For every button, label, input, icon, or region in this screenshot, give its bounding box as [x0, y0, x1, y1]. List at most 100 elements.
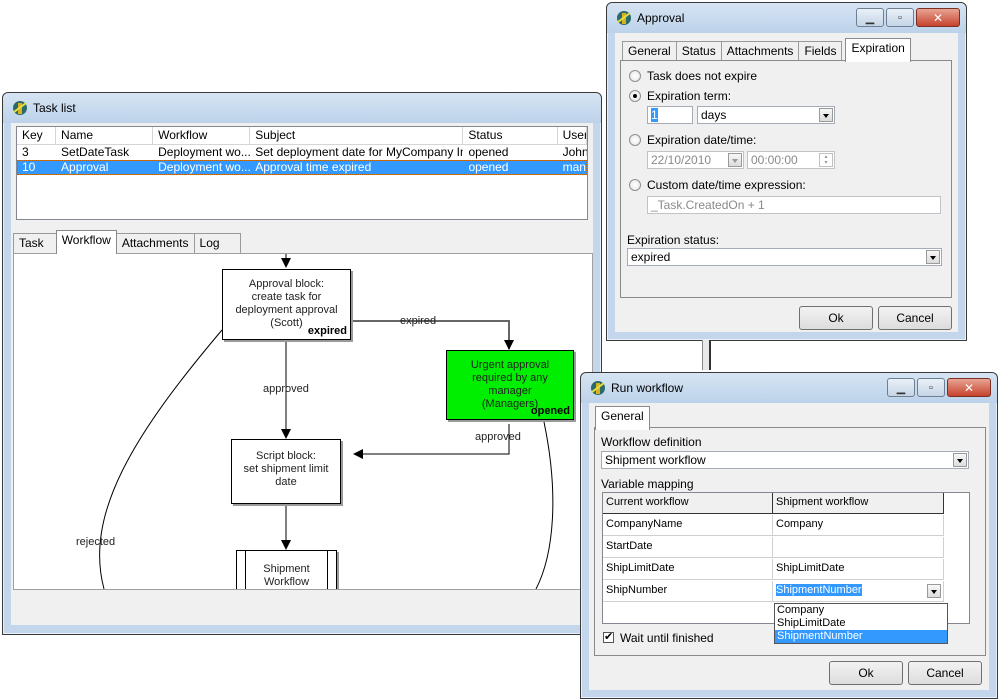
wait-until-finished-label: Wait until finished [620, 631, 714, 645]
wait-until-finished-checkbox[interactable] [603, 630, 614, 643]
task-row-selected[interactable]: 10 Approval Deployment wo... Approval ti… [17, 160, 587, 175]
workflow-definition-text: Shipment workflow [605, 453, 706, 467]
dropdown-option[interactable]: ShipLimitDate [775, 617, 947, 630]
window-title: Task list [33, 101, 76, 115]
tab-expiration[interactable]: Expiration [845, 38, 911, 62]
option-custom[interactable]: Custom date/time expression: [629, 178, 806, 192]
approval-dialog: Approval ▁ ▫ ✕ General Status Attachment… [606, 2, 967, 341]
run-workflow-tabs: General [595, 406, 650, 430]
diagram-node-script[interactable]: Script block: set shipment limit date [231, 439, 341, 504]
cell-user: man [562, 160, 586, 174]
tab-attachments[interactable]: Attachments [115, 233, 195, 254]
label-datetime: Expiration date/time: [647, 133, 757, 147]
diagram-node-approval[interactable]: Approval block: create task for deployme… [222, 269, 351, 340]
date-picker[interactable]: 22/10/2010 [647, 151, 744, 169]
edge-label-rejected: rejected [76, 536, 116, 548]
task-list-titlebar[interactable]: Task list [3, 93, 601, 123]
approval-tabs: General Status Attachments Fields Expira… [622, 38, 911, 62]
maximize-button[interactable]: ▫ [886, 8, 914, 27]
tab-attachments[interactable]: Attachments [720, 41, 800, 62]
expiration-panel: Task does not expire Expiration term: 1 … [620, 60, 952, 298]
diagram-node-urgent[interactable]: Urgent approval required by any manager … [446, 350, 574, 420]
time-text: 00:00:00 [751, 153, 798, 167]
option-no-expire[interactable]: Task does not expire [629, 69, 757, 83]
approval-titlebar[interactable]: Approval ▁ ▫ ✕ [607, 3, 966, 33]
run-workflow-dialog: Run workflow ▁ ▫ ✕ General Workflow defi… [580, 372, 998, 699]
custom-expression-input[interactable]: _Task.CreatedOn + 1 [647, 196, 941, 214]
close-button[interactable]: ✕ [916, 8, 960, 27]
general-panel: Workflow definition Shipment workflow Va… [594, 427, 986, 656]
close-button[interactable]: ✕ [947, 378, 991, 397]
task-list-window: Task list Key Name Workflow Subject Stat… [2, 92, 602, 635]
cancel-button[interactable]: Cancel [878, 306, 952, 330]
chevron-down-icon[interactable] [926, 250, 940, 264]
tab-task[interactable]: Task [13, 233, 57, 254]
radio-datetime[interactable] [629, 134, 641, 146]
tab-log[interactable]: Log [193, 233, 241, 254]
spin-icon[interactable]: ▴ ▾ [819, 153, 833, 167]
chevron-down-icon[interactable] [927, 584, 941, 598]
chevron-down-icon[interactable] [819, 108, 833, 122]
column-header-workflow[interactable]: Workflow [153, 127, 251, 144]
window-controls: ▁ ▫ ✕ [887, 378, 991, 397]
grid-cell-current: CompanyName [603, 515, 773, 535]
option-datetime[interactable]: Expiration date/time: [629, 133, 756, 147]
dropdown-option-selected[interactable]: ShipmentNumber [775, 630, 947, 643]
edge-label-approved: approved [263, 383, 309, 395]
expiration-status-select[interactable]: expired [627, 248, 942, 266]
term-unit-text: days [701, 108, 727, 122]
grid-cell-current: StartDate [603, 537, 773, 557]
grid-cell-current: ShipLimitDate [603, 559, 773, 579]
diagram-node-subflow[interactable]: Shipment Workflow [236, 550, 337, 589]
workflow-diagram[interactable]: Approval block: create task for deployme… [13, 253, 593, 590]
grid-row[interactable]: CompanyName Company [603, 515, 944, 536]
grid-cell-target-editor[interactable]: ShipmentNumber [773, 581, 944, 601]
date-text: 22/10/2010 [651, 153, 712, 167]
ok-button[interactable]: Ok [799, 306, 873, 330]
grid-cell-target[interactable]: ShipLimitDate [773, 559, 944, 579]
tab-general[interactable]: General [595, 406, 650, 430]
calendar-dropdown-icon[interactable] [728, 153, 742, 167]
column-header-status[interactable]: Status [463, 127, 558, 144]
tab-general[interactable]: General [622, 41, 677, 62]
tab-workflow[interactable]: Workflow [55, 230, 117, 254]
task-list-view[interactable]: Key Name Workflow Subject Status User 3 … [16, 126, 588, 220]
ok-button[interactable]: Ok [829, 661, 903, 685]
minimize-button[interactable]: ▁ [887, 378, 915, 397]
radio-custom[interactable] [629, 179, 641, 191]
dropdown-option[interactable]: Company [775, 604, 947, 617]
grid-cell-target[interactable] [773, 537, 944, 557]
column-header-key[interactable]: Key [17, 127, 57, 144]
run-workflow-titlebar[interactable]: Run workflow ▁ ▫ ✕ [581, 373, 997, 403]
time-picker[interactable]: 00:00:00 ▴ ▾ [747, 151, 835, 169]
term-unit-select[interactable]: days [697, 106, 835, 124]
grid-cell-target[interactable]: Company [773, 515, 944, 535]
radio-term[interactable] [629, 90, 641, 102]
maximize-button[interactable]: ▫ [917, 378, 945, 397]
tab-fields[interactable]: Fields [798, 41, 843, 62]
workflow-app-icon [591, 381, 605, 395]
term-value-input[interactable]: 1 [647, 106, 693, 124]
grid-row[interactable]: StartDate [603, 537, 944, 558]
node-text: Urgent approval required by any manager … [470, 359, 550, 410]
tab-status[interactable]: Status [675, 41, 722, 62]
column-header-user[interactable]: User [558, 127, 587, 144]
option-term[interactable]: Expiration term: [629, 89, 731, 103]
grid-cell-target-text: ShipmentNumber [776, 584, 862, 596]
cell-workflow: Deployment wo... [158, 145, 251, 159]
radio-no-expire[interactable] [629, 70, 641, 82]
column-header-name[interactable]: Name [56, 127, 154, 144]
cell-status: opened [468, 145, 509, 159]
column-header-subject[interactable]: Subject [250, 127, 464, 144]
workflow-definition-select[interactable]: Shipment workflow [601, 451, 969, 469]
window-title: Run workflow [611, 381, 684, 395]
task-row[interactable]: 3 SetDateTask Deployment wo... Set deplo… [17, 145, 587, 160]
cancel-button[interactable]: Cancel [908, 661, 982, 685]
grid-row[interactable]: ShipNumber ShipmentNumber [603, 581, 944, 602]
grid-row[interactable]: ShipLimitDate ShipLimitDate [603, 559, 944, 580]
chevron-down-icon[interactable] [953, 453, 967, 467]
cell-subject: Set deployment date for MyCompany Inc. [255, 145, 464, 159]
grid-header-target: Shipment workflow [773, 493, 944, 513]
minimize-button[interactable]: ▁ [856, 8, 884, 27]
target-dropdown-list[interactable]: Company ShipLimitDate ShipmentNumber [774, 603, 948, 644]
